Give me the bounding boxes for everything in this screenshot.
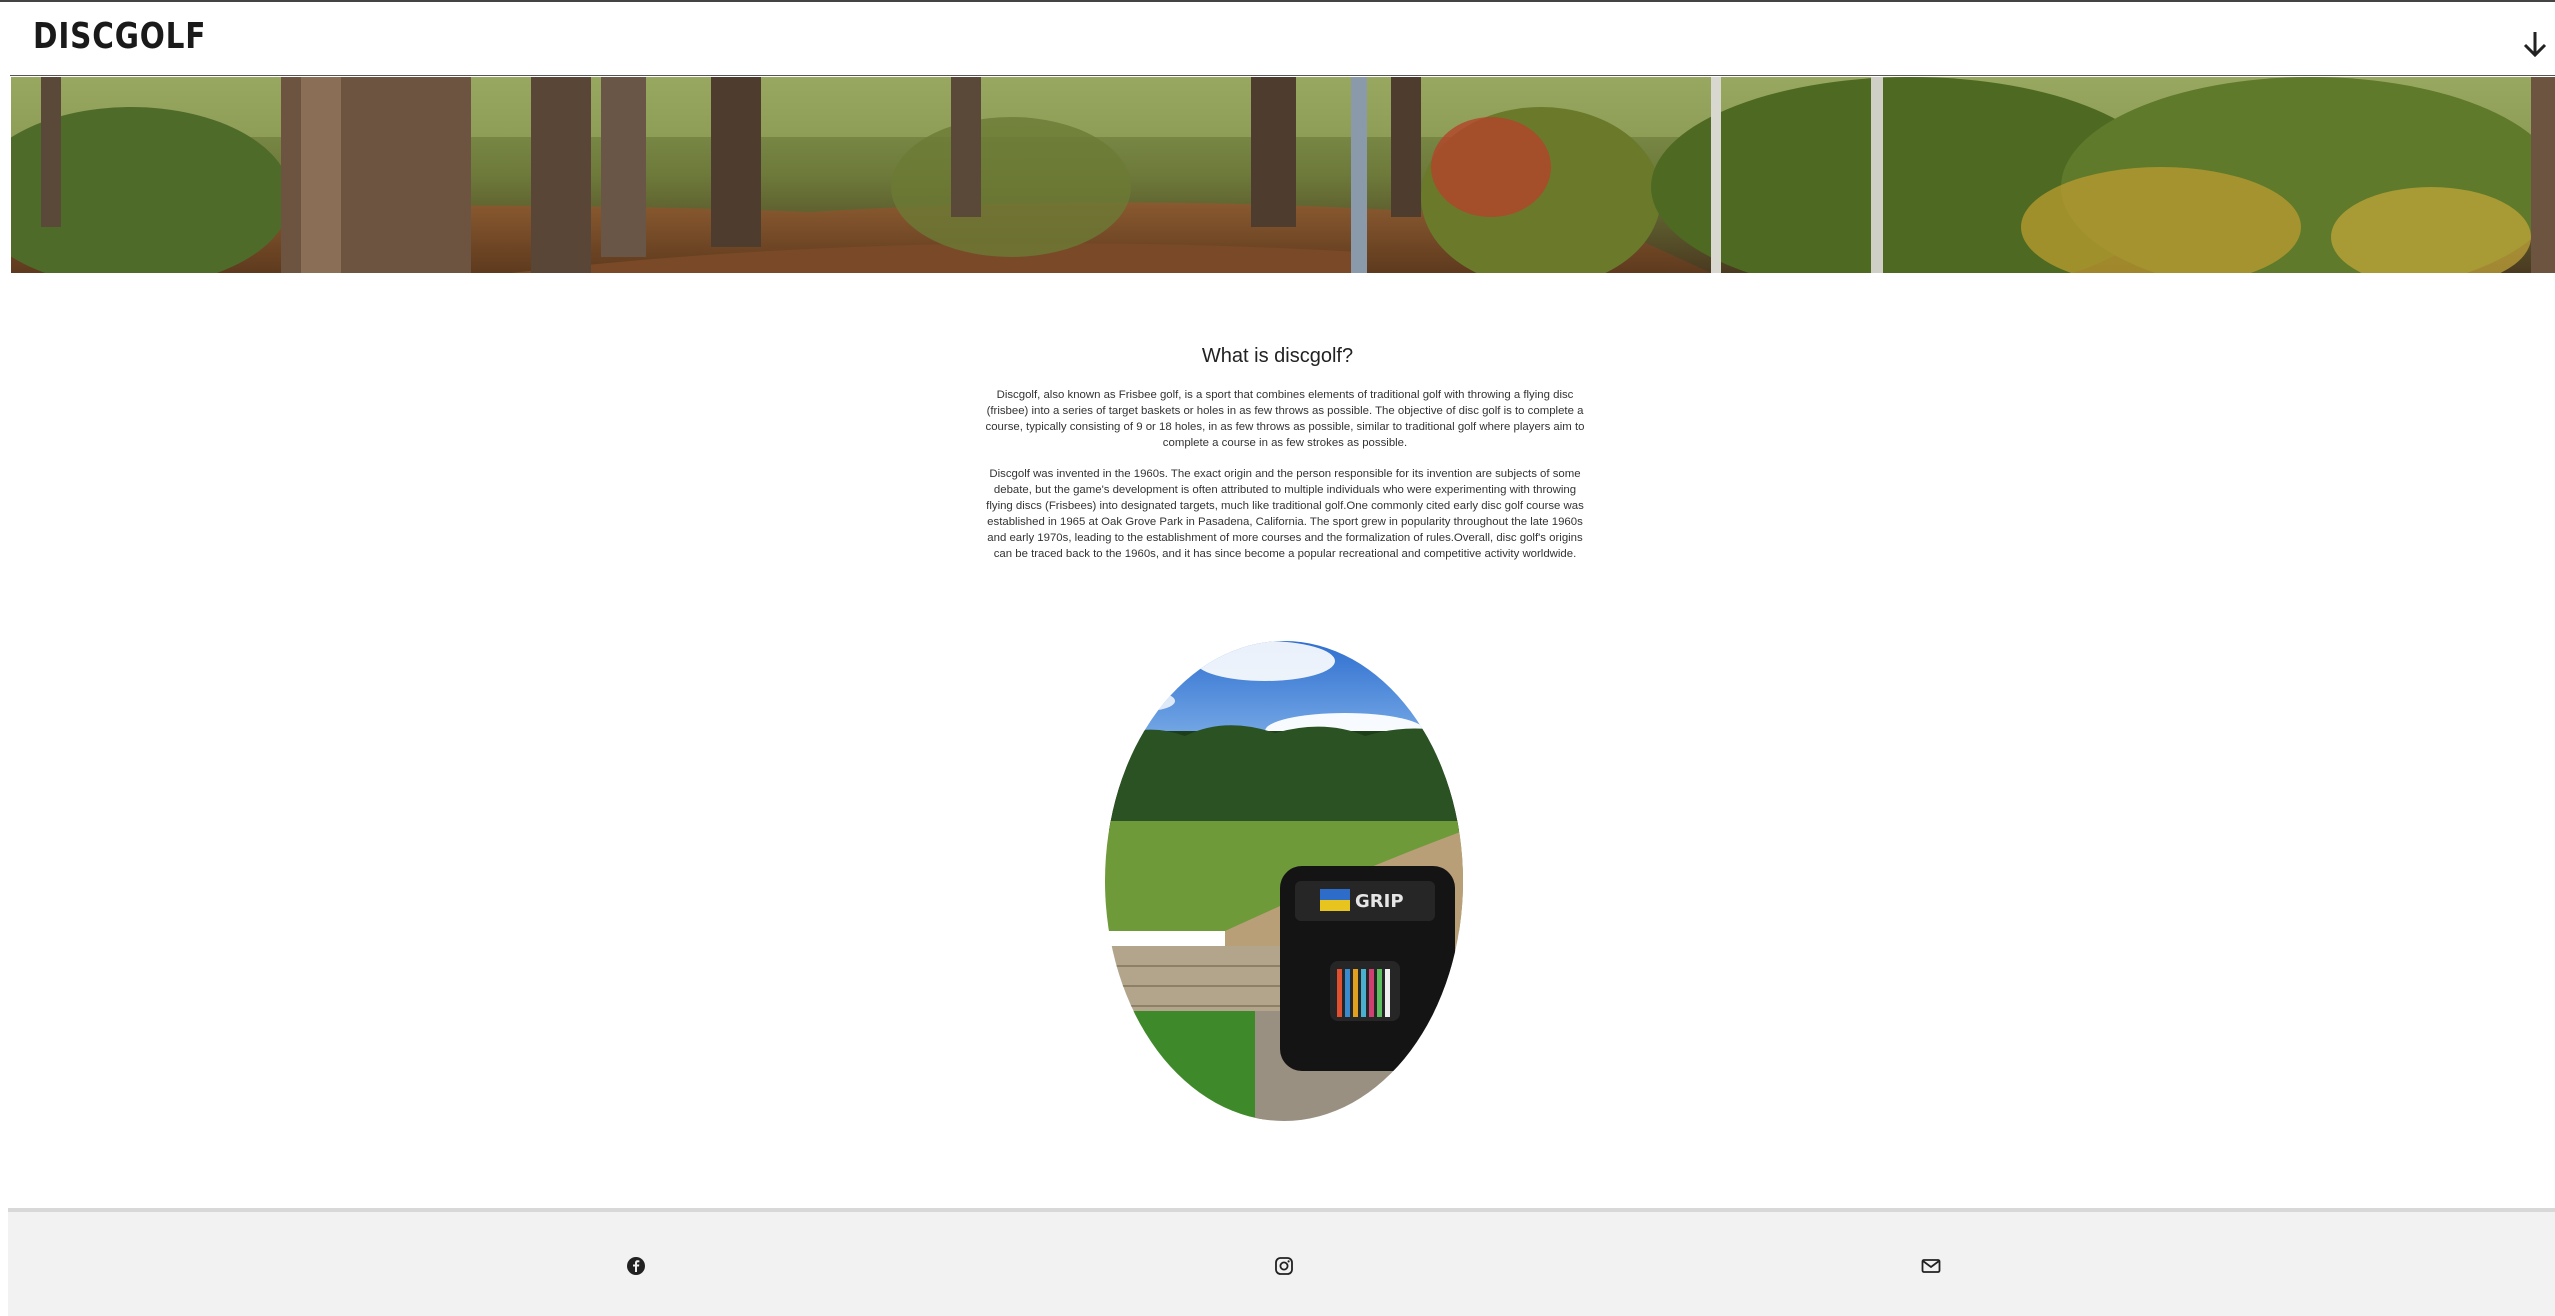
hero-banner-image bbox=[11, 77, 2555, 273]
main-content: What is discgolf? Discgolf, also known a… bbox=[0, 273, 2555, 1208]
site-footer bbox=[8, 1208, 2555, 1316]
svg-text:GRIP: GRIP bbox=[1355, 891, 1404, 912]
mail-icon[interactable] bbox=[1921, 1256, 1941, 1276]
page-title: What is discgolf? bbox=[1201, 345, 1354, 367]
history-paragraph: Discgolf was invented in the 1960s. The … bbox=[986, 468, 1584, 560]
intro-paragraph: Discgolf, also known as Frisbee golf, is… bbox=[985, 389, 1585, 449]
arrow-down-icon[interactable] bbox=[2515, 24, 2555, 64]
site-header: DISCGOLF bbox=[10, 2, 2555, 76]
site-logo[interactable]: DISCGOLF bbox=[33, 16, 206, 57]
facebook-icon[interactable] bbox=[626, 1256, 646, 1276]
disc-golf-bag-photo: GRIP bbox=[1105, 641, 1463, 1121]
instagram-icon[interactable] bbox=[1274, 1256, 1294, 1276]
